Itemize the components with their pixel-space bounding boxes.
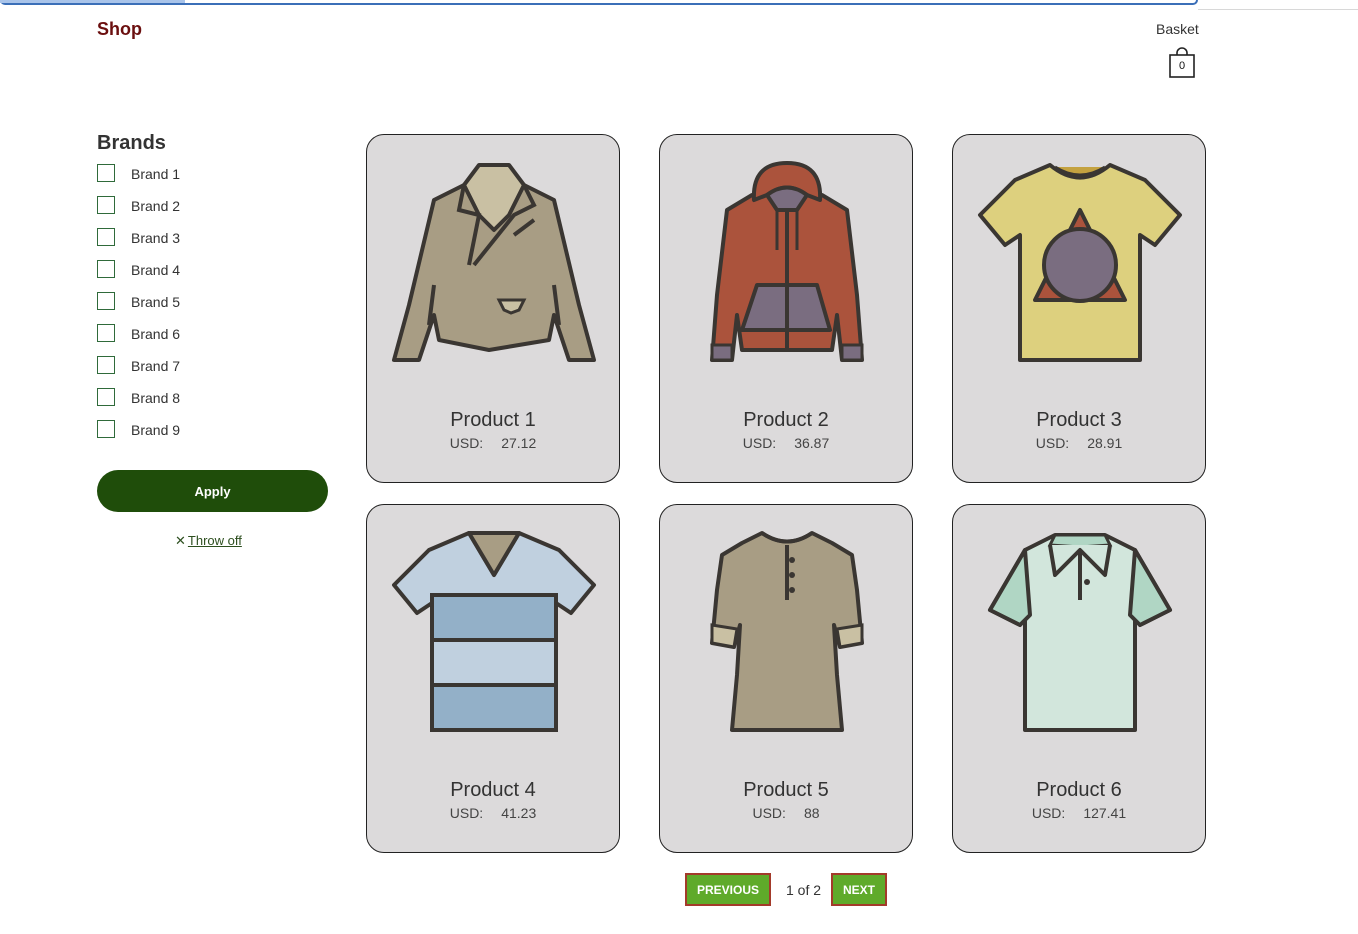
polo-shirt-icon xyxy=(988,533,1172,732)
product-card[interactable]: Product 2 USD: 36.87 xyxy=(659,134,913,483)
price-value: 36.87 xyxy=(794,435,830,451)
product-price: USD: 127.41 xyxy=(953,805,1205,821)
jacket-icon xyxy=(392,163,596,362)
price-value: 41.23 xyxy=(501,805,537,821)
brand-filter-item[interactable]: Brand 3 xyxy=(97,226,180,258)
top-divider xyxy=(1198,9,1358,10)
brand-filter-item[interactable]: Brand 7 xyxy=(97,354,180,386)
previous-page-button[interactable]: PREVIOUS xyxy=(685,873,771,906)
product-name[interactable]: Product 1 xyxy=(367,409,619,432)
apply-button[interactable]: Apply xyxy=(97,470,328,512)
product-price: USD: 36.87 xyxy=(660,435,912,451)
product-card[interactable]: Product 4 USD: 41.23 xyxy=(366,504,620,853)
brand-checkbox[interactable] xyxy=(97,196,115,214)
brand-checkbox[interactable] xyxy=(97,228,115,246)
brand-label[interactable]: Brand 1 xyxy=(131,166,180,182)
close-icon: ✕ xyxy=(175,533,186,548)
brand-checkbox[interactable] xyxy=(97,292,115,310)
price-value: 88 xyxy=(803,805,820,821)
throw-off-label[interactable]: Throw off xyxy=(188,533,242,548)
brand-checkbox[interactable] xyxy=(97,324,115,342)
brand-filter-item[interactable]: Brand 6 xyxy=(97,322,180,354)
brand-checkbox[interactable] xyxy=(97,356,115,374)
brand-checkbox[interactable] xyxy=(97,260,115,278)
product-price: USD: 28.91 xyxy=(953,435,1205,451)
product-price: USD: 41.23 xyxy=(367,805,619,821)
price-value: 27.12 xyxy=(501,435,537,451)
brand-filter-item[interactable]: Brand 5 xyxy=(97,290,180,322)
next-page-button[interactable]: NEXT xyxy=(831,873,887,906)
brand-label[interactable]: Brand 5 xyxy=(131,294,180,310)
striped-tshirt-icon xyxy=(392,531,596,732)
brand-filter-item[interactable]: Brand 1 xyxy=(97,162,180,194)
brands-title: Brands xyxy=(97,132,166,154)
product-card[interactable]: Product 5 USD: 88 xyxy=(659,504,913,853)
brand-label[interactable]: Brand 8 xyxy=(131,390,180,406)
throw-off-link[interactable]: ✕ Throw off xyxy=(175,533,242,549)
currency-label: USD: xyxy=(1035,435,1070,451)
product-name[interactable]: Product 3 xyxy=(953,409,1205,432)
brand-checkbox[interactable] xyxy=(97,164,115,182)
product-price: USD: 88 xyxy=(660,805,912,821)
brand-label[interactable]: Brand 3 xyxy=(131,230,180,246)
product-card[interactable]: Product 6 USD: 127.41 xyxy=(952,504,1206,853)
brand-filter-item[interactable]: Brand 2 xyxy=(97,194,180,226)
basket-label[interactable]: Basket xyxy=(1156,21,1199,37)
brand-label[interactable]: Brand 4 xyxy=(131,262,180,278)
product-card[interactable]: Product 1 USD: 27.12 xyxy=(366,134,620,483)
product-name[interactable]: Product 2 xyxy=(660,409,912,432)
currency-label: USD: xyxy=(449,435,484,451)
hoodie-icon xyxy=(710,161,864,362)
price-value: 28.91 xyxy=(1087,435,1123,451)
currency-label: USD: xyxy=(1031,805,1066,821)
product-name[interactable]: Product 6 xyxy=(953,779,1205,802)
brand-filter-item[interactable]: Brand 8 xyxy=(97,386,180,418)
brand-filter-item[interactable]: Brand 9 xyxy=(97,418,180,450)
currency-label: USD: xyxy=(449,805,484,821)
brand-checkbox[interactable] xyxy=(97,388,115,406)
product-price: USD: 27.12 xyxy=(367,435,619,451)
currency-label: USD: xyxy=(742,435,777,451)
brand-label[interactable]: Brand 6 xyxy=(131,326,180,342)
brand-label[interactable]: Brand 2 xyxy=(131,198,180,214)
price-value: 127.41 xyxy=(1083,805,1127,821)
product-name[interactable]: Product 4 xyxy=(367,779,619,802)
address-bar-highlight xyxy=(0,0,185,3)
product-card[interactable]: Product 3 USD: 28.91 xyxy=(952,134,1206,483)
shop-title[interactable]: Shop xyxy=(97,19,142,40)
page-indicator: 1 of 2 xyxy=(786,882,822,898)
brand-label[interactable]: Brand 7 xyxy=(131,358,180,374)
henley-shirt-icon xyxy=(710,531,864,732)
brand-filter-item[interactable]: Brand 4 xyxy=(97,258,180,290)
basket-count: 0 xyxy=(1178,60,1186,72)
tshirt-triangle-icon xyxy=(978,163,1182,362)
currency-label: USD: xyxy=(752,805,786,821)
brand-checkbox[interactable] xyxy=(97,420,115,438)
brand-label[interactable]: Brand 9 xyxy=(131,422,180,438)
brand-filter-list: Brand 1 Brand 2 Brand 3 Brand 4 Brand 5 … xyxy=(97,162,180,450)
product-name[interactable]: Product 5 xyxy=(660,779,912,802)
